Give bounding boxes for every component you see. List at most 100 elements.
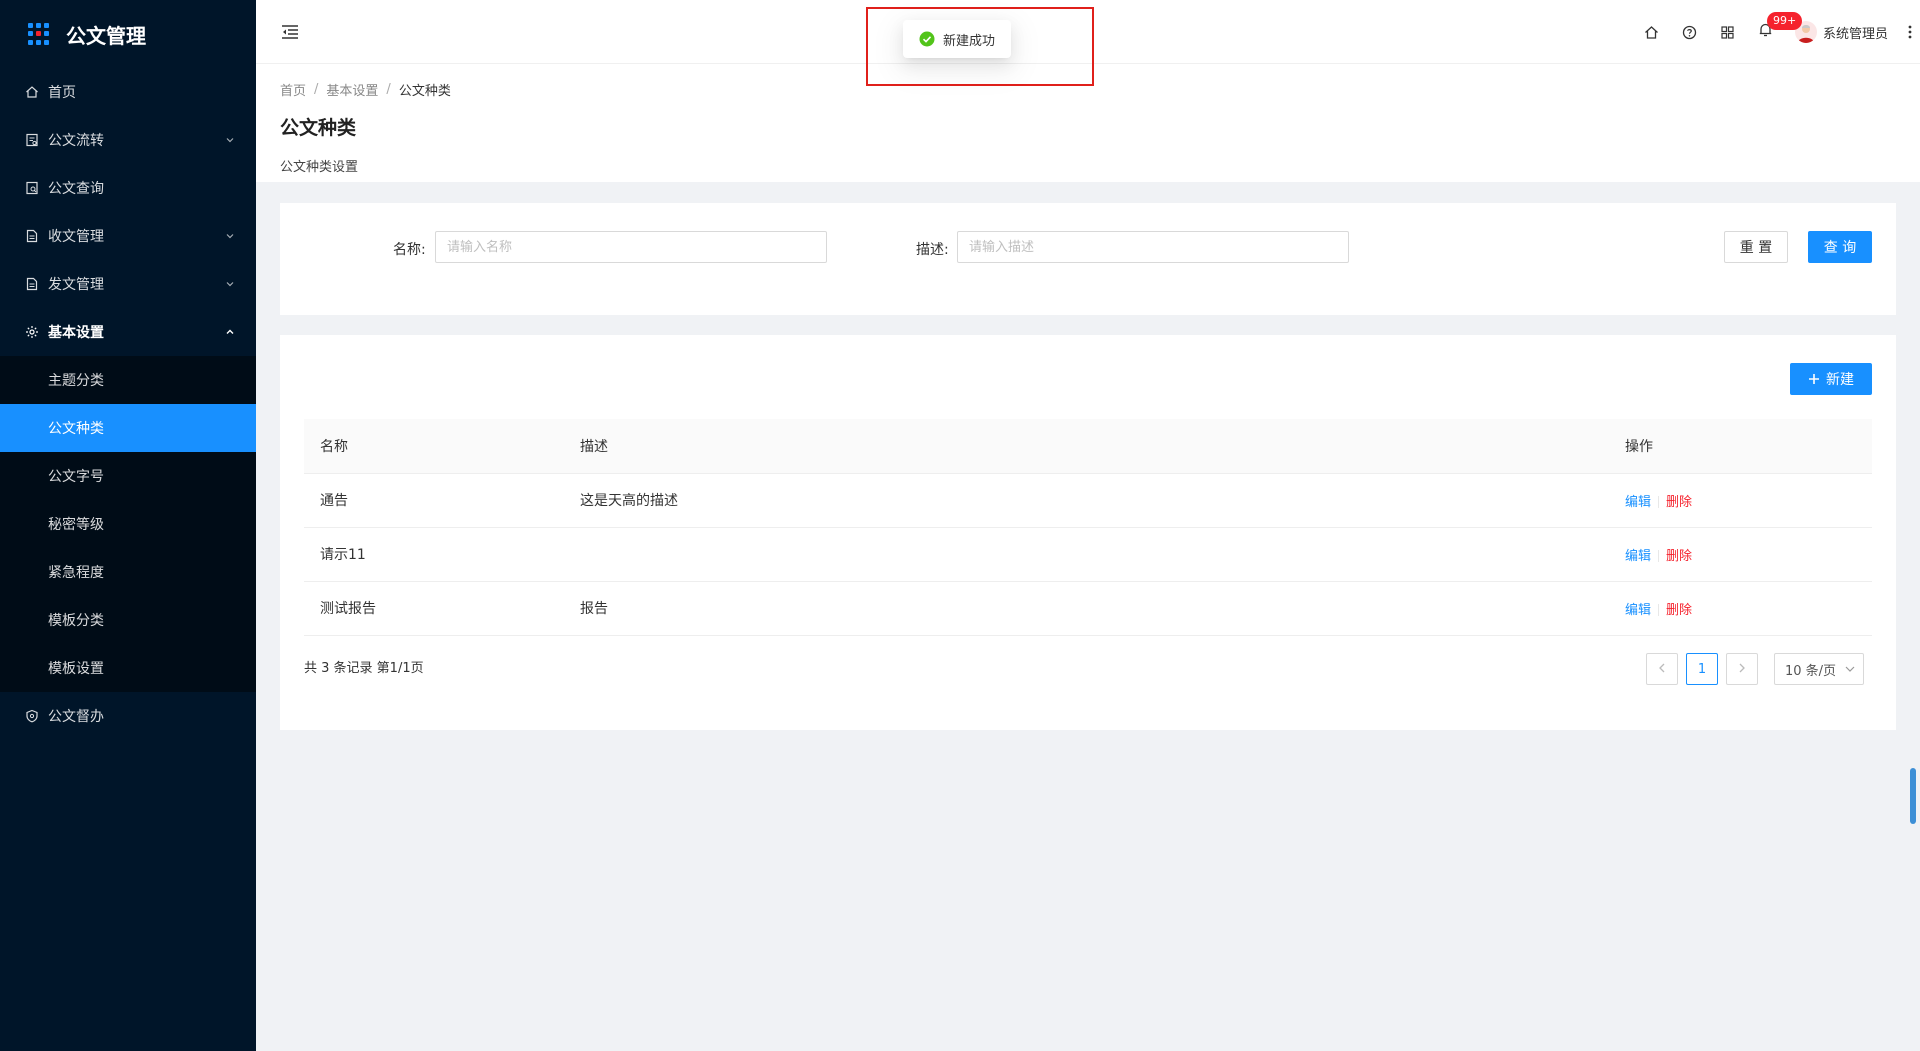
sidebar-item-home[interactable]: 首页	[0, 68, 256, 116]
home-icon[interactable]	[1633, 0, 1671, 64]
reset-button[interactable]: 重 置	[1724, 231, 1788, 263]
notification-badge: 99+	[1766, 12, 1803, 30]
toast-message: 新建成功	[943, 33, 996, 49]
document-flow-icon	[24, 132, 40, 148]
scroll-handle[interactable]	[1910, 768, 1916, 824]
apps-grid-icon	[28, 23, 50, 45]
delete-link[interactable]: 删除	[1666, 603, 1692, 618]
chevron-up-icon	[224, 326, 236, 338]
edit-link[interactable]: 编辑	[1625, 549, 1651, 564]
sidebar-item-label: 公文字号	[48, 469, 104, 485]
sidebar-subitem-template-settings[interactable]: 模板设置	[0, 644, 256, 692]
pagination: 1 10 条/页	[1638, 653, 1864, 685]
table-row: 通告 这是天高的描述 编辑 删除	[304, 473, 1872, 528]
sidebar-subitem-topic-category[interactable]: 主题分类	[0, 356, 256, 404]
shield-icon	[24, 708, 40, 724]
table-row: 测试报告 报告 编辑 删除	[304, 581, 1872, 636]
delete-link[interactable]: 删除	[1666, 549, 1692, 564]
sidebar-item-label: 模板分类	[48, 613, 104, 629]
sidebar-subitem-document-type[interactable]: 公文种类	[0, 404, 256, 452]
notification-bell[interactable]: 99+	[1747, 0, 1803, 64]
document-search-icon	[24, 180, 40, 196]
document-type-table: 名称 描述 操作 通告 这是天高的描述 编辑 删除 请示11 编辑 删除 测试报…	[304, 419, 1872, 636]
table-card: 新建 名称 描述 操作 通告 这是天高的描述 编辑删除 请示11 编辑删除	[280, 335, 1896, 730]
sidebar-item-label: 发文管理	[48, 277, 104, 293]
grid-icon[interactable]	[1709, 0, 1747, 64]
query-button[interactable]: 查 询	[1808, 231, 1872, 263]
page-title: 公文种类	[280, 117, 357, 139]
name-input[interactable]	[435, 231, 827, 263]
sidebar-item-label: 公文查询	[48, 181, 104, 197]
cell-description	[564, 527, 1609, 582]
delete-link[interactable]: 删除	[1666, 495, 1692, 510]
divider	[1658, 603, 1660, 616]
sidebar-subitem-secret-level[interactable]: 秘密等级	[0, 500, 256, 548]
sidebar-item-label: 模板设置	[48, 661, 104, 677]
user-menu[interactable]: 系统管理员	[1794, 21, 1888, 43]
edit-link[interactable]: 编辑	[1625, 495, 1651, 510]
gear-icon	[24, 324, 40, 340]
home-icon	[24, 84, 40, 100]
sidebar-item-label: 基本设置	[48, 325, 104, 341]
chevron-down-icon	[224, 230, 236, 242]
sidebar-subitem-template-category[interactable]: 模板分类	[0, 596, 256, 644]
description-input[interactable]	[957, 231, 1349, 263]
cell-description: 这是天高的描述	[564, 473, 1609, 528]
cell-name: 测试报告	[304, 581, 564, 636]
edit-link[interactable]: 编辑	[1625, 603, 1651, 618]
sidebar-item-label: 收文管理	[48, 229, 104, 245]
sidebar-item-basic-settings[interactable]: 基本设置	[0, 308, 256, 356]
breadcrumb-parent[interactable]: 基本设置	[326, 80, 378, 99]
check-circle-icon	[919, 31, 935, 47]
sidebar-item-receive[interactable]: 收文管理	[0, 212, 256, 260]
new-button[interactable]: 新建	[1790, 363, 1872, 395]
basic-settings-submenu: 主题分类 公文种类 公文字号 秘密等级 紧急程度 模板分类 模板设置	[0, 356, 256, 692]
more-vertical-icon[interactable]	[1900, 24, 1920, 40]
table-header-row: 名称 描述 操作	[304, 419, 1872, 474]
prev-page-button[interactable]	[1646, 653, 1678, 685]
page-description: 公文种类设置	[280, 160, 359, 175]
cell-name: 通告	[304, 473, 564, 528]
sidebar-item-document-flow[interactable]: 公文流转	[0, 116, 256, 164]
page-size-select[interactable]: 10 条/页	[1774, 653, 1864, 685]
sidebar-item-document-search[interactable]: 公文查询	[0, 164, 256, 212]
sidebar-item-label: 公文流转	[48, 133, 104, 149]
breadcrumb-separator: /	[386, 82, 391, 97]
search-form: 名称: 描述: 重 置 查 询	[280, 203, 1896, 315]
sidebar-item-label: 紧急程度	[48, 565, 104, 581]
next-page-button[interactable]	[1726, 653, 1758, 685]
chevron-down-icon	[224, 134, 236, 146]
sidebar-item-send[interactable]: 发文管理	[0, 260, 256, 308]
sidebar-subitem-document-number[interactable]: 公文字号	[0, 452, 256, 500]
cell-operations: 编辑 删除	[1609, 581, 1872, 636]
column-header-name: 名称	[304, 419, 564, 474]
divider	[1658, 495, 1660, 508]
receive-doc-icon	[24, 228, 40, 244]
sidebar-subitem-urgency[interactable]: 紧急程度	[0, 548, 256, 596]
app-title: 公文管理	[66, 23, 146, 48]
menu-fold-icon[interactable]	[280, 22, 300, 42]
cell-operations: 编辑 删除	[1609, 473, 1872, 528]
cell-operations: 编辑 删除	[1609, 527, 1872, 582]
page-number-button[interactable]: 1	[1686, 653, 1718, 685]
user-name: 系统管理员	[1822, 26, 1888, 42]
success-toast: 新建成功	[903, 20, 1012, 58]
page-size-value: 10 条/页	[1785, 663, 1837, 679]
plus-icon	[1808, 373, 1820, 385]
column-header-description: 描述	[564, 419, 1609, 474]
chevron-right-icon	[1738, 662, 1746, 677]
breadcrumb-current: 公文种类	[398, 84, 451, 99]
breadcrumb-separator: /	[314, 82, 319, 97]
breadcrumb-home[interactable]: 首页	[280, 80, 306, 99]
header-actions: 99+ 系统管理员	[1633, 0, 1920, 64]
sidebar-item-supervision[interactable]: 公文督办	[0, 692, 256, 740]
help-icon[interactable]	[1671, 0, 1709, 64]
chevron-left-icon	[1658, 662, 1666, 677]
chevron-down-icon	[1845, 662, 1855, 677]
column-header-operations: 操作	[1609, 419, 1872, 474]
divider	[1658, 549, 1660, 562]
sidebar-item-label: 公文种类	[48, 421, 104, 437]
chevron-down-icon	[224, 278, 236, 290]
cell-description: 报告	[564, 581, 1609, 636]
logo: 公文管理	[0, 0, 256, 68]
